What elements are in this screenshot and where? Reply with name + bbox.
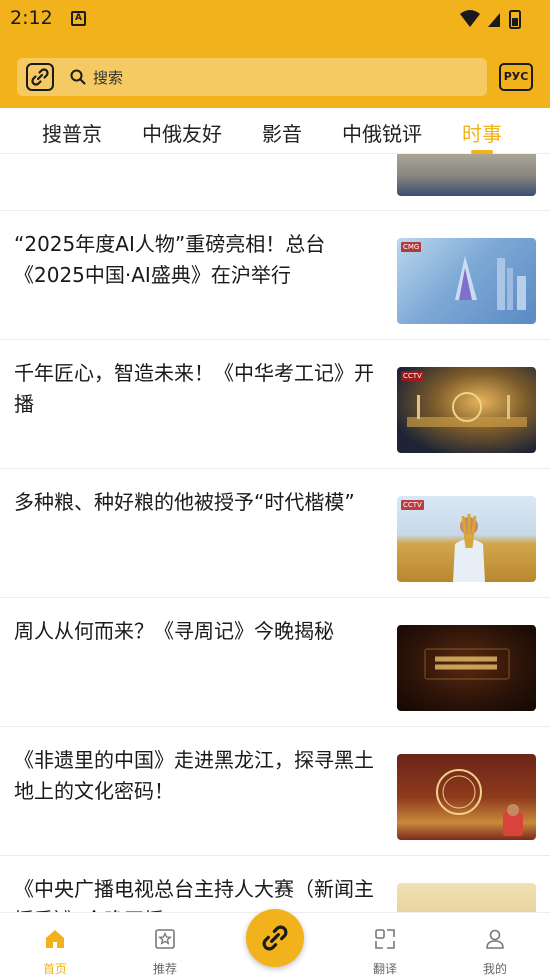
search-row: 搜索 РУС — [0, 56, 550, 98]
news-thumbnail[interactable]: CCTV — [397, 496, 536, 582]
news-thumbnail[interactable] — [397, 754, 536, 840]
news-feed[interactable]: “2025年度AI人物”重磅亮相！总台《2025中国·AI盛典》在沪举行 CMG… — [0, 154, 550, 914]
tab-search-putin[interactable]: 搜普京 — [42, 118, 102, 147]
nav-label: 推荐 — [152, 962, 177, 976]
status-bar: 2:12 A — [0, 0, 550, 38]
link-icon — [31, 68, 49, 86]
app-header: 2:12 A 搜索 РУС — [0, 0, 550, 108]
nav-profile[interactable]: 我的 — [455, 913, 535, 979]
star-badge-icon — [155, 929, 175, 949]
news-thumbnail[interactable] — [397, 625, 536, 711]
nav-translate[interactable]: 翻译 — [345, 913, 425, 979]
nav-label: 首页 — [42, 962, 67, 976]
tab-current-affairs[interactable]: 时事 — [462, 118, 502, 147]
news-thumbnail[interactable]: CMG — [397, 238, 536, 324]
list-item[interactable]: 《非遗里的中国》走进黑龙江，探寻黑土地上的文化密码！ — [0, 726, 550, 855]
system-status-icons — [460, 10, 521, 29]
tab-media[interactable]: 影音 — [262, 118, 302, 147]
channel-logo: CCTV — [401, 500, 424, 510]
news-title[interactable]: 多种粮、种好粮的他被授予“时代楷模” — [14, 487, 374, 518]
list-item[interactable]: “2025年度AI人物”重磅亮相！总台《2025中国·AI盛典》在沪举行 CMG — [0, 210, 550, 339]
link-button[interactable] — [26, 63, 54, 91]
search-bar[interactable]: 搜索 — [17, 58, 487, 96]
news-title[interactable]: 周人从何而来？《寻周记》今晚揭秘 — [14, 616, 374, 647]
status-time: 2:12 — [10, 7, 53, 29]
news-thumbnail[interactable]: CCTV — [397, 367, 536, 453]
nav-home[interactable]: 首页 — [15, 913, 95, 979]
nav-label: 翻译 — [372, 962, 397, 976]
news-thumbnail[interactable] — [397, 883, 536, 914]
news-title[interactable]: 《中央广播电视总台主持人大赛（新闻主播秀）》今晚开播 — [14, 874, 374, 914]
intangible-heritage-image — [436, 769, 523, 836]
search-icon — [70, 69, 86, 85]
tab-china-russia-friendship[interactable]: 中俄友好 — [142, 118, 222, 147]
notification-icon: A — [71, 11, 86, 26]
nav-recommend[interactable]: 推荐 — [125, 913, 205, 979]
translate-scan-icon — [375, 929, 395, 949]
news-thumbnail[interactable] — [397, 154, 536, 196]
language-switch-button[interactable]: РУС — [499, 63, 533, 91]
category-tabs: 搜普京 中俄友好 影音 中俄锐评 时事 — [0, 108, 550, 154]
news-title[interactable]: 千年匠心，智造未来！《中华考工记》开播 — [14, 358, 374, 420]
search-input[interactable]: 搜索 — [93, 67, 123, 88]
tab-commentary[interactable]: 中俄锐评 — [342, 118, 422, 147]
home-icon — [46, 930, 64, 948]
list-item[interactable]: 周人从何而来？《寻周记》今晚揭秘 — [0, 597, 550, 726]
link-fab-button[interactable] — [246, 909, 304, 967]
channel-logo: CCTV — [401, 371, 424, 381]
list-item[interactable]: 《中央广播电视总台主持人大赛（新闻主播秀）》今晚开播 — [0, 855, 550, 914]
news-title[interactable]: “2025年度AI人物”重磅亮相！总台《2025中国·AI盛典》在沪举行 — [14, 229, 374, 291]
link-icon — [262, 925, 288, 951]
nav-label: 我的 — [482, 962, 507, 976]
list-item[interactable]: 千年匠心，智造未来！《中华考工记》开播 CCTV — [0, 339, 550, 468]
news-title[interactable]: 《非遗里的中国》走进黑龙江，探寻黑土地上的文化密码！ — [14, 745, 374, 807]
xunzhou-ji-image — [424, 648, 510, 680]
list-item[interactable]: 多种粮、种好粮的他被授予“时代楷模” CCTV — [0, 468, 550, 597]
channel-logo: CMG — [401, 242, 422, 252]
person-icon — [486, 929, 504, 949]
